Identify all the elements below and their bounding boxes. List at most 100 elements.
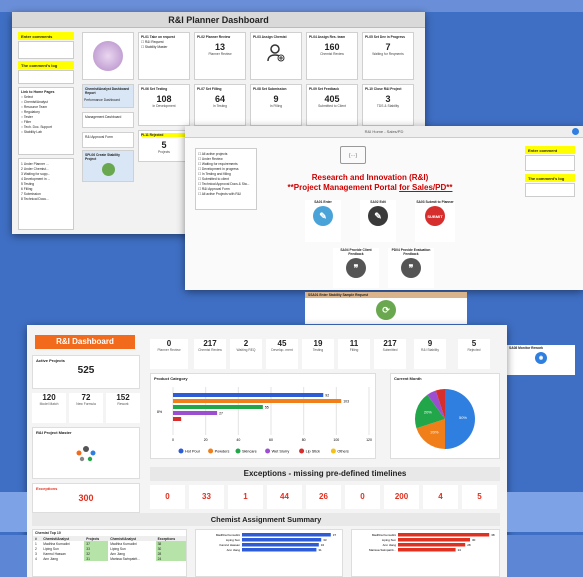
project-master-panel[interactable]: R&I Project Master	[32, 427, 140, 479]
tile-set-filling[interactable]: PL07 Set Filling 64 In Testing	[194, 84, 246, 126]
x-tick-label: 40	[236, 438, 240, 442]
list-item[interactable]: ☐ R&I Approval Form	[198, 187, 254, 191]
chemist-bar-value: 31	[318, 548, 322, 552]
exception-count[interactable]: 200	[384, 485, 419, 509]
home-links-header: Link to Home Pages	[21, 90, 55, 94]
status-item[interactable]: 5 Testing	[21, 182, 71, 186]
link-select[interactable]: ○ Select	[21, 95, 71, 99]
list-item[interactable]: ☐ Development in progress	[198, 167, 254, 171]
stage-stat[interactable]: 217 Submitted	[374, 339, 406, 369]
link-resource[interactable]: ○ Resource Team	[21, 105, 71, 109]
link-regulatory[interactable]: ○ Regulatory	[21, 110, 71, 114]
enter-comments-label[interactable]: Enter comments	[18, 32, 74, 40]
tile-rejected[interactable]: PL11 Rejected 5 Projects	[138, 130, 190, 162]
stability-request-card[interactable]: SSA01 Enter Stability Sample Request ⟳	[305, 292, 467, 324]
exception-count[interactable]: 4	[423, 485, 458, 509]
chemist-bar	[242, 543, 319, 547]
mini-stat[interactable]: 120 Model Match	[32, 393, 66, 423]
stability-project-tile[interactable]: SPL06 Create Stability Project	[82, 150, 134, 182]
tile-assign-research[interactable]: PL04 Assign Res. team 160 Chemist Review	[306, 32, 358, 80]
exception-count[interactable]: 44	[267, 485, 302, 509]
list-item[interactable]: ☐ All active projects	[198, 152, 254, 156]
exception-count[interactable]: 1	[228, 485, 263, 509]
tile-take-request[interactable]: PL01 Take on request ☐ R&I Request ☐ Sta…	[138, 32, 190, 80]
exception-count[interactable]: 26	[306, 485, 341, 509]
y-label: 8%	[157, 410, 162, 414]
legend-label: Lip Stick	[306, 450, 320, 454]
stage-stat[interactable]: 11 Filling	[338, 339, 370, 369]
tile-planner-review[interactable]: PL02 Planner Review 13 Planner Review	[194, 32, 246, 80]
chemist-bar-value: 37	[333, 533, 337, 537]
stage-stat[interactable]: 5 Rejected	[458, 339, 490, 369]
exception-count[interactable]: 0	[345, 485, 380, 509]
sa04-feedback-card[interactable]: SA04 Provide Client Feedback ❞	[333, 248, 379, 288]
enter-comment-label[interactable]: Enter comment	[525, 146, 575, 154]
status-item[interactable]: 6 Filling	[21, 187, 71, 191]
tile-dev-progress[interactable]: PL05 Set Dev in Progress 7 Waiting for R…	[362, 32, 414, 80]
sa08-monitor-card[interactable]: SA08 Monitor Rework ◉	[507, 345, 575, 375]
x-tick-label: 60	[269, 438, 273, 442]
mgmt-dashboard-link[interactable]: Management Dashboard	[82, 112, 134, 128]
comment-input[interactable]	[525, 155, 575, 171]
stage-stat[interactable]: 19 Testing	[302, 339, 334, 369]
stage-stat[interactable]: 9 R&I Stability	[414, 339, 446, 369]
chemist-projects-chart: Madhha Kumudini 37 Liping Sun 33 Kamrul Hass…	[195, 529, 343, 577]
status-item[interactable]: 8 Technical Docu...	[21, 197, 71, 201]
x-tick-label: 120	[366, 438, 372, 442]
chemist-bar	[398, 548, 456, 552]
tile-set-submission[interactable]: PL08 Set Submission 9 In Filling	[250, 84, 302, 126]
status-item[interactable]: 4 Development in ...	[21, 177, 71, 181]
exception-count[interactable]: 33	[189, 485, 224, 509]
list-item[interactable]: ☐ In Testing and filling	[198, 172, 254, 176]
list-item[interactable]: ☐ Waiting for requirements	[198, 162, 254, 166]
link-filler[interactable]: ○ Filler	[21, 120, 71, 124]
product-category-chart: Product Category 0 20 40 60 80 100 120 8% 92 103 5…	[150, 373, 376, 459]
mini-stat[interactable]: 72 New Formula	[69, 393, 103, 423]
chemist-bar	[242, 538, 322, 542]
list-item[interactable]: ☐ Technical Approval Docs & Sta...	[198, 182, 254, 186]
table-row[interactable]: 4 Ann Jiang 31 Marissa Swinpatrit... 24	[33, 556, 186, 561]
exception-count[interactable]: 5	[462, 485, 497, 509]
sa02-edit-card[interactable]: SA02 Edit ✎	[360, 200, 396, 242]
status-item[interactable]: 7 Submission	[21, 192, 71, 196]
list-item[interactable]: ☐ Under Review	[198, 157, 254, 161]
status-item[interactable]: 3 Waiting for supp...	[21, 172, 71, 176]
comments-log-label: The comment's log	[18, 61, 74, 69]
team-logo-icon	[93, 41, 123, 71]
active-projects-panel: Active Projects 525	[32, 355, 140, 389]
info-icon[interactable]	[572, 128, 579, 135]
bar-value-label: 55	[265, 406, 269, 410]
exceptions-panel[interactable]: Exceptions 300	[32, 483, 140, 513]
link-chemist[interactable]: ○ Chemist/Analyst	[21, 100, 71, 104]
list-item[interactable]: ☐ Submitted to client	[198, 177, 254, 181]
chemist-bar	[242, 548, 317, 552]
add-user-icon	[267, 44, 285, 62]
tile-assign-chemist[interactable]: PL03 Assign Chemist	[250, 32, 302, 80]
perf-dashboard-link[interactable]: Performance Dashboard	[82, 96, 134, 106]
approval-form-link[interactable]: R&I Approval Form	[82, 132, 134, 148]
sa03-submit-card[interactable]: SA03 Submit to Planner SUBMIT	[415, 200, 455, 242]
status-item[interactable]: 2 Under Chemist...	[21, 167, 71, 171]
stage-stat[interactable]: 2 Waiting REQ	[230, 339, 262, 369]
sa01-enter-card[interactable]: SA01 Enter ✎	[305, 200, 341, 242]
comments-input[interactable]	[18, 41, 74, 59]
chemist-bar	[398, 538, 470, 542]
stage-stat[interactable]: 45 Develop- ment	[266, 339, 298, 369]
exception-count[interactable]: 0	[150, 485, 185, 509]
stage-stat[interactable]: 217 Chemist Review	[194, 339, 226, 369]
link-tester[interactable]: ○ Tester	[21, 115, 71, 119]
chemist-bar-value: 32	[321, 543, 325, 547]
current-month-chart: Current Month 50% 20% 20%	[390, 373, 500, 459]
pd04-evaluation-card[interactable]: PD04 Provide Evaluation Feedback ❞	[388, 248, 434, 288]
status-item[interactable]: 1 Under Planner ...	[21, 162, 71, 166]
tile-set-testing[interactable]: PL06 Set Testing 108 In Development	[138, 84, 190, 126]
link-stability[interactable]: ○ Stability Lab	[21, 130, 71, 134]
tile-set-feedback[interactable]: PL09 Set Feedback 405 Submitted to Clien…	[306, 84, 358, 126]
link-techdoc[interactable]: ○ Tech. Doc. Support	[21, 125, 71, 129]
mini-stat[interactable]: 152 Rework	[106, 393, 140, 423]
chemist-name: Liping Sun	[382, 538, 397, 542]
list-item[interactable]: ☐ All active Projects with R&I	[198, 192, 254, 196]
stage-stat[interactable]: 0 Planner Review	[150, 339, 188, 369]
bar-value-label: 103	[343, 400, 349, 404]
tile-close-project[interactable]: PL10 Close R&I Project 3 TDS & Stability	[362, 84, 414, 126]
